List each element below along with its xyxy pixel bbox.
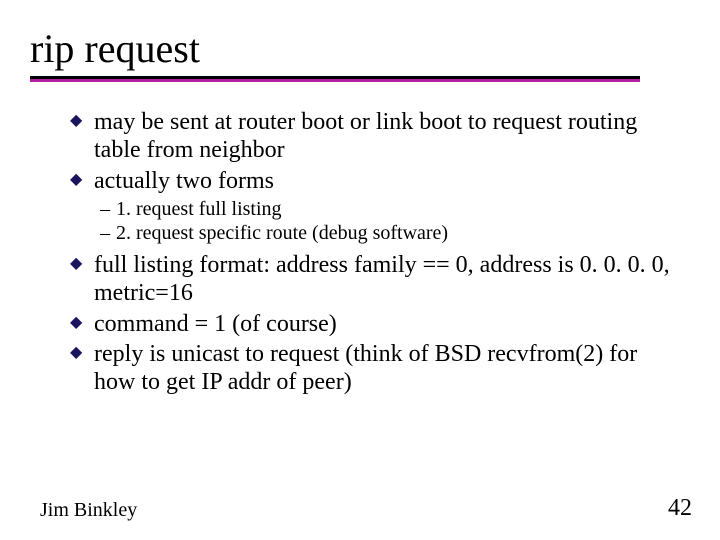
slide-body: may be sent at router boot or link boot … [70, 108, 670, 399]
bullet-item: may be sent at router boot or link boot … [70, 108, 670, 165]
slide-title: rip request [30, 28, 640, 70]
bullet-item: full listing format: address family == 0… [70, 251, 670, 308]
sub-bullet-item: 1. request full listing [100, 197, 670, 221]
footer-page-number: 42 [668, 495, 692, 522]
bullet-item: command = 1 (of course) [70, 310, 670, 338]
bullet-list: may be sent at router boot or link boot … [70, 108, 670, 195]
footer-author: Jim Binkley [40, 499, 137, 522]
sub-bullet-list: 1. request full listing 2. request speci… [70, 197, 670, 245]
bullet-list: full listing format: address family == 0… [70, 251, 670, 397]
slide: rip request may be sent at router boot o… [0, 0, 720, 540]
sub-bullet-item: 2. request specific route (debug softwar… [100, 221, 670, 245]
bullet-item: reply is unicast to request (think of BS… [70, 340, 670, 397]
title-block: rip request [30, 28, 640, 82]
bullet-item: actually two forms [70, 167, 670, 195]
title-accent-line [30, 79, 640, 82]
